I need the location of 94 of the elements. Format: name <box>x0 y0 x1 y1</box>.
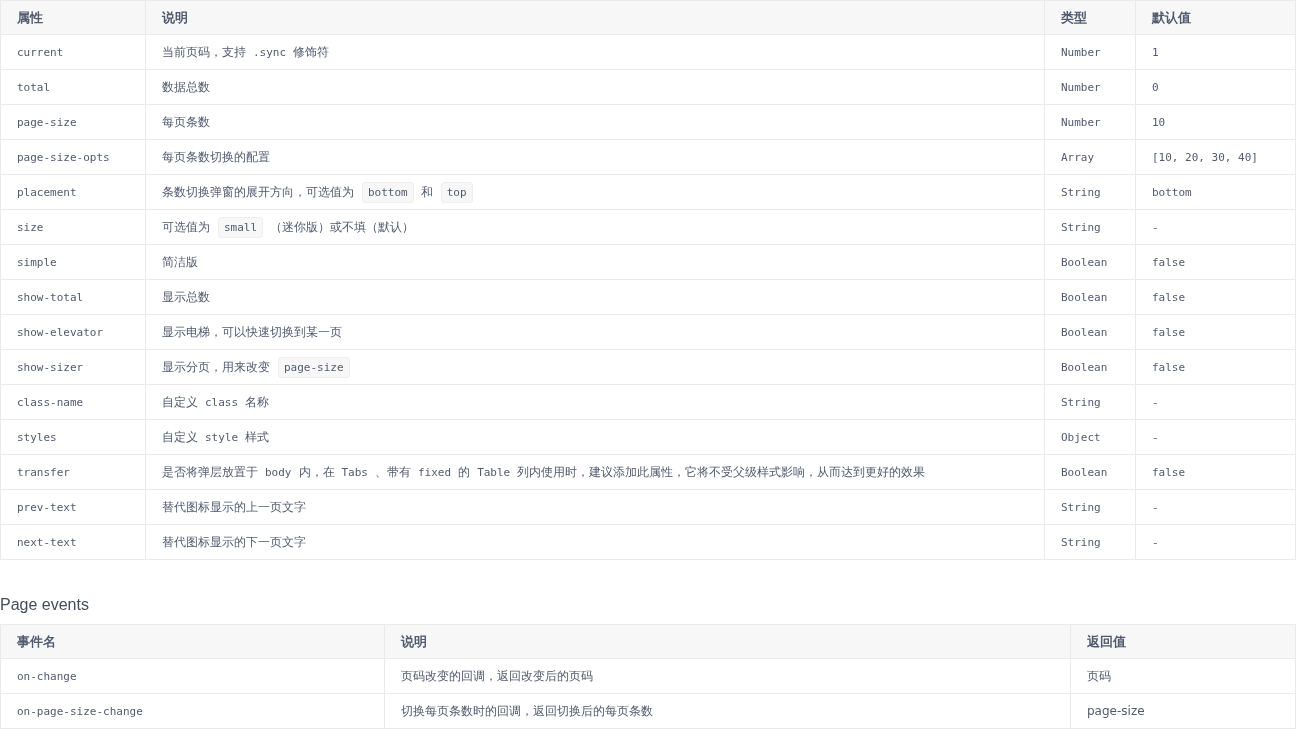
table-cell: - <box>1135 419 1296 455</box>
table-cell: Number <box>1044 69 1136 105</box>
table-cell: show-elevator <box>0 314 146 350</box>
table-cell: String <box>1044 489 1136 525</box>
table-cell: false <box>1135 279 1296 315</box>
description-text: 数据总数 <box>162 79 210 94</box>
table-cell: styles <box>0 419 146 455</box>
column-header: 说明 <box>384 624 1071 659</box>
code-text: class <box>205 395 239 409</box>
table-cell: String <box>1044 384 1136 420</box>
description-text: 自定义 <box>162 394 198 409</box>
table-cell: prev-text <box>0 489 146 525</box>
table-cell: 切换每页条数时的回调，返回切换后的每页条数 <box>384 693 1071 729</box>
description-text: 、带有 <box>375 464 411 479</box>
table-cell: String <box>1044 174 1136 210</box>
description-text: 名称 <box>245 394 270 409</box>
table-cell: current <box>0 34 146 70</box>
table-cell: 页码 <box>1070 658 1296 694</box>
table-cell: 10 <box>1135 104 1296 140</box>
description-text: 是否将弹层放置于 <box>162 464 258 479</box>
table-cell: String <box>1044 524 1136 560</box>
table-cell: on-page-size-change <box>0 693 385 729</box>
description-text: 样式 <box>245 429 270 444</box>
table-cell: Boolean <box>1044 279 1136 315</box>
table-cell: simple <box>0 244 146 280</box>
code-chip: small <box>218 216 264 238</box>
table-cell: Number <box>1044 104 1136 140</box>
table-cell: Array <box>1044 139 1136 175</box>
code-text: .sync <box>253 45 287 59</box>
table-cell: - <box>1135 209 1296 245</box>
code-text: fixed <box>418 465 452 479</box>
code-text: style <box>205 430 239 444</box>
table-cell: Boolean <box>1044 244 1136 280</box>
column-header: 默认值 <box>1135 0 1296 35</box>
code-text: Table <box>477 465 511 479</box>
description-text: 当前页码，支持 <box>162 44 246 59</box>
description-text: 内，在 <box>298 464 335 479</box>
table-cell: false <box>1135 349 1296 385</box>
description-text: 条数切换弹窗的展开方向，可选值为 <box>162 184 354 199</box>
table-cell: next-text <box>0 524 146 560</box>
description-text: 修饰符 <box>293 44 330 59</box>
description-text: 和 <box>420 184 433 199</box>
column-header: 类型 <box>1044 0 1136 35</box>
table-cell: Boolean <box>1044 349 1136 385</box>
description-text: 的 <box>458 464 471 479</box>
description-text: 每页条数 <box>162 114 210 129</box>
description-text: 显示总数 <box>162 289 210 304</box>
table-cell: 0 <box>1135 69 1296 105</box>
table-cell: Number <box>1044 34 1136 70</box>
section-heading: Page events <box>0 596 90 614</box>
table-cell: on-change <box>0 658 385 694</box>
code-text: Tabs <box>341 465 368 479</box>
table-cell: 页码改变的回调，返回改变后的页码 <box>384 658 1071 694</box>
table-cell: Object <box>1044 419 1136 455</box>
table-cell: false <box>1135 314 1296 350</box>
table-cell: transfer <box>0 454 146 490</box>
description-text: 每页条数切换的配置 <box>162 149 270 164</box>
table-cell: show-total <box>0 279 146 315</box>
code-text: body <box>265 465 292 479</box>
description-text: 简洁版 <box>162 254 198 269</box>
table-cell: class-name <box>0 384 146 420</box>
description-text: 可选值为 <box>162 219 210 234</box>
table-cell: page-size <box>0 104 146 140</box>
table-cell: show-sizer <box>0 349 146 385</box>
table-cell: 1 <box>1135 34 1296 70</box>
column-header: 说明 <box>145 0 1045 35</box>
code-chip: page-size <box>278 356 350 378</box>
table-cell: - <box>1135 384 1296 420</box>
table-cell: page-size <box>1070 693 1296 729</box>
table-cell: Boolean <box>1044 454 1136 490</box>
table-cell: page-size-opts <box>0 139 146 175</box>
code-chip: bottom <box>362 181 414 203</box>
table-cell: placement <box>0 174 146 210</box>
column-header: 返回值 <box>1070 624 1296 659</box>
description-text: 替代图标显示的上一页文字 <box>162 499 306 514</box>
table-cell: bottom <box>1135 174 1296 210</box>
description-text: 自定义 <box>162 429 198 444</box>
table-cell: size <box>0 209 146 245</box>
table-cell: - <box>1135 489 1296 525</box>
description-text: 显示电梯，可以快速切换到某一页 <box>162 324 342 339</box>
column-header: 事件名 <box>0 624 385 659</box>
code-chip: top <box>440 181 473 203</box>
table-cell: Boolean <box>1044 314 1136 350</box>
table-cell: String <box>1044 209 1136 245</box>
table-cell: total <box>0 69 146 105</box>
description-text: 替代图标显示的下一页文字 <box>162 534 306 549</box>
description-text: 列内使用时，建议添加此属性，它将不受父级样式影响，从而达到更好的效果 <box>517 464 926 479</box>
description-text: （迷你版）或不填（默认） <box>270 219 415 234</box>
description-text: 显示分页，用来改变 <box>162 359 270 374</box>
table-cell: [10, 20, 30, 40] <box>1135 139 1296 175</box>
table-cell: false <box>1135 244 1296 280</box>
table-cell: false <box>1135 454 1296 490</box>
table-cell: - <box>1135 524 1296 560</box>
column-header: 属性 <box>0 0 146 35</box>
